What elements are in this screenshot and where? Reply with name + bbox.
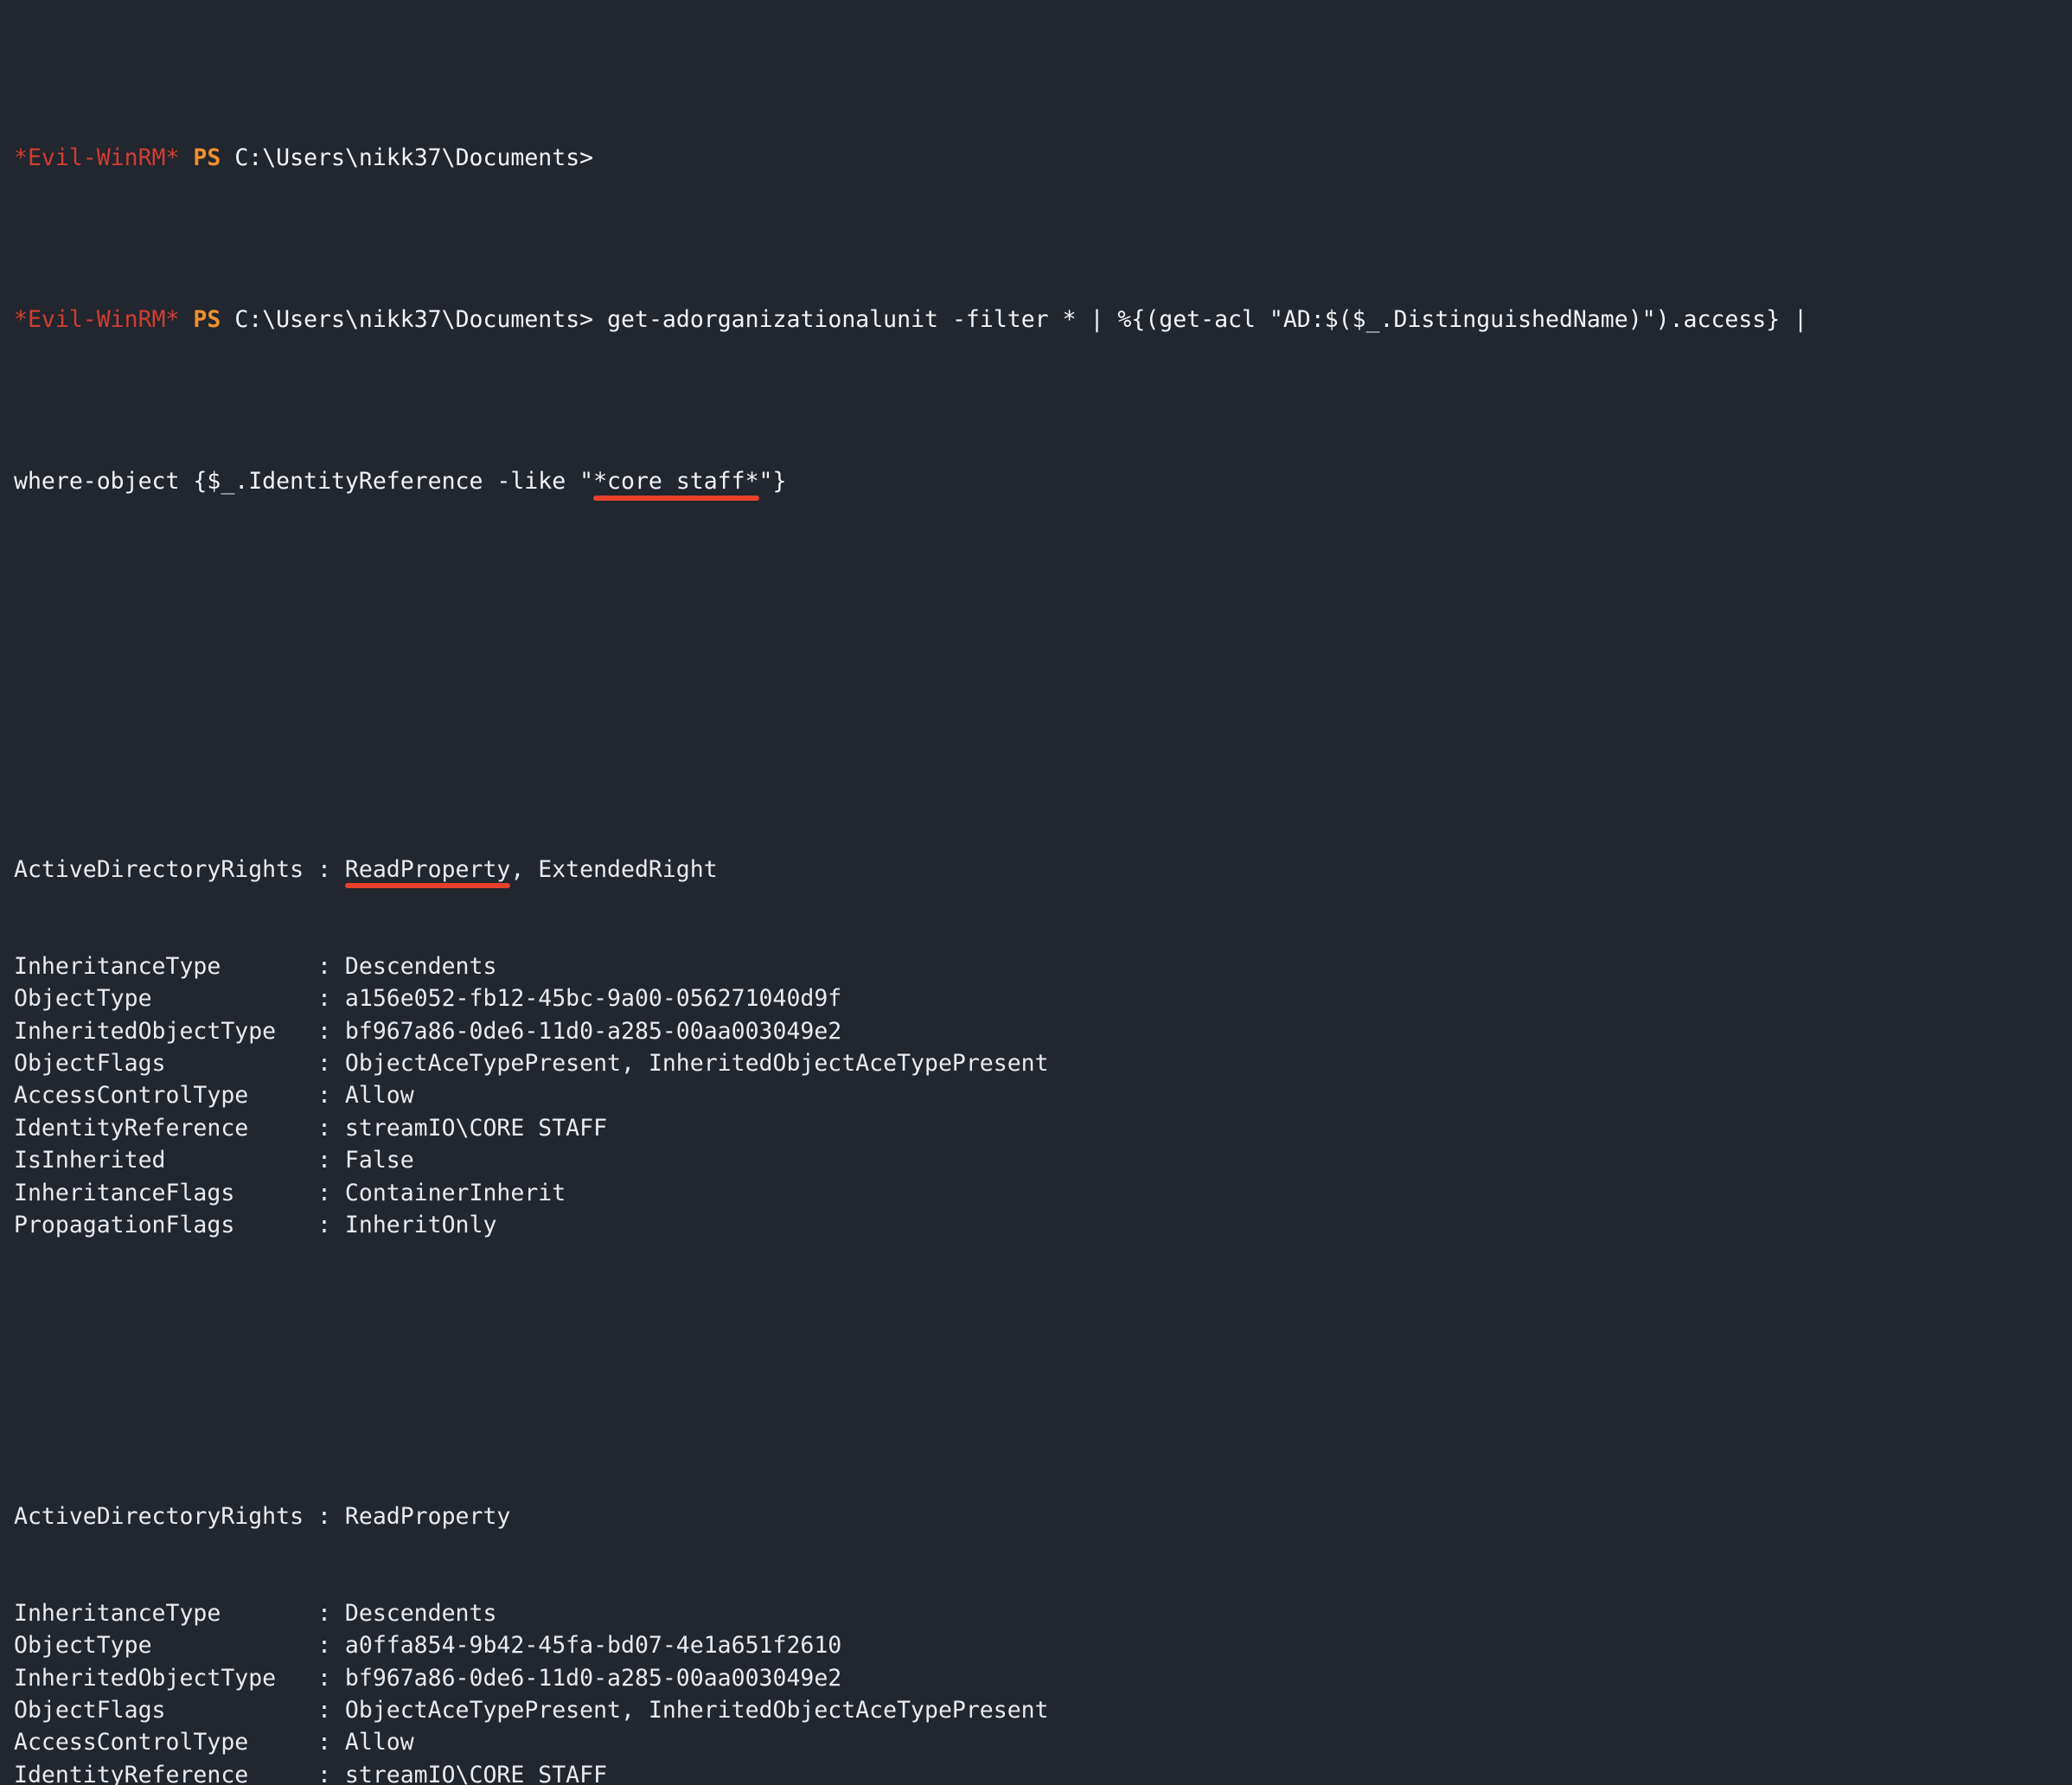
field-key: IdentityReference : [14, 1114, 345, 1142]
record-field-line: ObjectType : a0ffa854-9b42-45fa-bd07-4e1… [14, 1629, 2072, 1661]
prompt-line-2: *Evil-WinRM* PS C:\Users\nikk37\Document… [14, 304, 2072, 336]
prompt-space-1 [179, 306, 193, 333]
field-value: ObjectAceTypePresent, InheritedObjectAce… [344, 1697, 1049, 1724]
field-key: InheritedObjectType : [14, 1017, 345, 1045]
prompt-space-2 [221, 144, 234, 171]
field-value: ContainerInherit [344, 1179, 566, 1206]
record-field-line: IdentityReference : streamIO\CORE STAFF [14, 1112, 2072, 1144]
record-field-line: PropagationFlags : InheritOnly [14, 1209, 2072, 1241]
field-key: AccessControlType : [14, 1082, 345, 1110]
field-key: IsInherited : [14, 1147, 345, 1174]
prompt-host: *Evil-WinRM* [14, 144, 180, 171]
field-value: a0ffa854-9b42-45fa-bd07-4e1a651f2610 [344, 1632, 842, 1660]
annotation-underline-readproperty: ReadProperty [344, 855, 511, 883]
prompt-path: C:\Users\nikk37\Documents> [234, 144, 594, 171]
field-value-rest: , ExtendedRight [510, 855, 718, 883]
field-value: bf967a86-0de6-11d0-a285-00aa003049e2 [344, 1664, 842, 1692]
field-value: Descendents [344, 952, 497, 980]
field-key: ObjectType : [14, 1632, 345, 1660]
record-fields-2: InheritanceType : Descendents ObjectType … [14, 1597, 2072, 1785]
record-field-line: InheritanceFlags : ContainerInherit [14, 1177, 2072, 1209]
prompt-host: *Evil-WinRM* [14, 305, 180, 333]
prompt-space-1 [179, 144, 193, 171]
record-field-line: InheritanceType : Descendents [14, 950, 2072, 982]
field-key: InheritedObjectType : [14, 1664, 345, 1692]
record-rights-line: ActiveDirectoryRights : ReadProperty [14, 1500, 2072, 1532]
record-field-line: IsInherited : False [14, 1144, 2072, 1176]
field-key: AccessControlType : [14, 1729, 345, 1756]
command-wrap-prefix: where-object {$_.IdentityReference -like… [14, 467, 594, 495]
prompt-path: C:\Users\nikk37\Documents> [234, 305, 594, 333]
record-field-line: ObjectType : a156e052-fb12-45bc-9a00-056… [14, 982, 2072, 1014]
field-value: bf967a86-0de6-11d0-a285-00aa003049e2 [344, 1017, 842, 1045]
record-field-line: InheritedObjectType : bf967a86-0de6-11d0… [14, 1015, 2072, 1047]
field-value: streamIO\CORE STAFF [344, 1761, 608, 1785]
field-key: IdentityReference : [14, 1761, 345, 1785]
prompt-space-2 [221, 306, 234, 333]
field-key: ObjectType : [14, 985, 345, 1013]
field-key: ActiveDirectoryRights : [14, 855, 345, 883]
field-value: a156e052-fb12-45bc-9a00-056271040d9f [344, 985, 842, 1013]
record-field-line: ObjectFlags : ObjectAceTypePresent, Inhe… [14, 1694, 2072, 1726]
record-field-line: AccessControlType : Allow [14, 1726, 2072, 1758]
record-field-line: InheritedObjectType : bf967a86-0de6-11d0… [14, 1662, 2072, 1694]
field-key: InheritanceType : [14, 952, 345, 980]
record-rights-line: ActiveDirectoryRights : ReadProperty, Ex… [14, 854, 2072, 886]
command-wrap-suffix: "} [758, 467, 787, 495]
prompt-shell: PS [193, 144, 221, 171]
field-value: Allow [344, 1082, 414, 1110]
prompt-line-1: *Evil-WinRM* PS C:\Users\nikk37\Document… [14, 142, 2072, 174]
field-key: InheritanceFlags : [14, 1179, 345, 1206]
field-value: False [344, 1147, 414, 1174]
field-value: Allow [344, 1729, 414, 1756]
record-field-line: IdentityReference : streamIO\CORE STAFF [14, 1759, 2072, 1785]
command-wrap-line: where-object {$_.IdentityReference -like… [14, 465, 2072, 497]
prompt-shell: PS [193, 305, 221, 333]
command-text-part1: get-adorganizationalunit -filter * | %{(… [593, 305, 1808, 333]
field-value: Descendents [344, 1599, 497, 1627]
field-key: ObjectFlags : [14, 1049, 345, 1077]
record-field-line: ObjectFlags : ObjectAceTypePresent, Inhe… [14, 1047, 2072, 1079]
annotation-underline-core-staff: *core staff* [593, 467, 759, 495]
record-field-line: InheritanceType : Descendents [14, 1597, 2072, 1629]
field-key: ActiveDirectoryRights : [14, 1502, 345, 1530]
terminal-window[interactable]: *Evil-WinRM* PS C:\Users\nikk37\Document… [0, 0, 2072, 1785]
record-field-line: AccessControlType : Allow [14, 1079, 2072, 1111]
record-fields-1: InheritanceType : Descendents ObjectType … [14, 950, 2072, 1242]
field-value: InheritOnly [344, 1212, 497, 1238]
field-value: ObjectAceTypePresent, InheritedObjectAce… [344, 1049, 1049, 1077]
field-key: ObjectFlags : [14, 1697, 345, 1724]
field-value-rest: ReadProperty [344, 1502, 511, 1530]
field-value: streamIO\CORE STAFF [344, 1114, 608, 1142]
field-key: PropagationFlags : [14, 1212, 345, 1238]
field-key: InheritanceType : [14, 1599, 345, 1627]
